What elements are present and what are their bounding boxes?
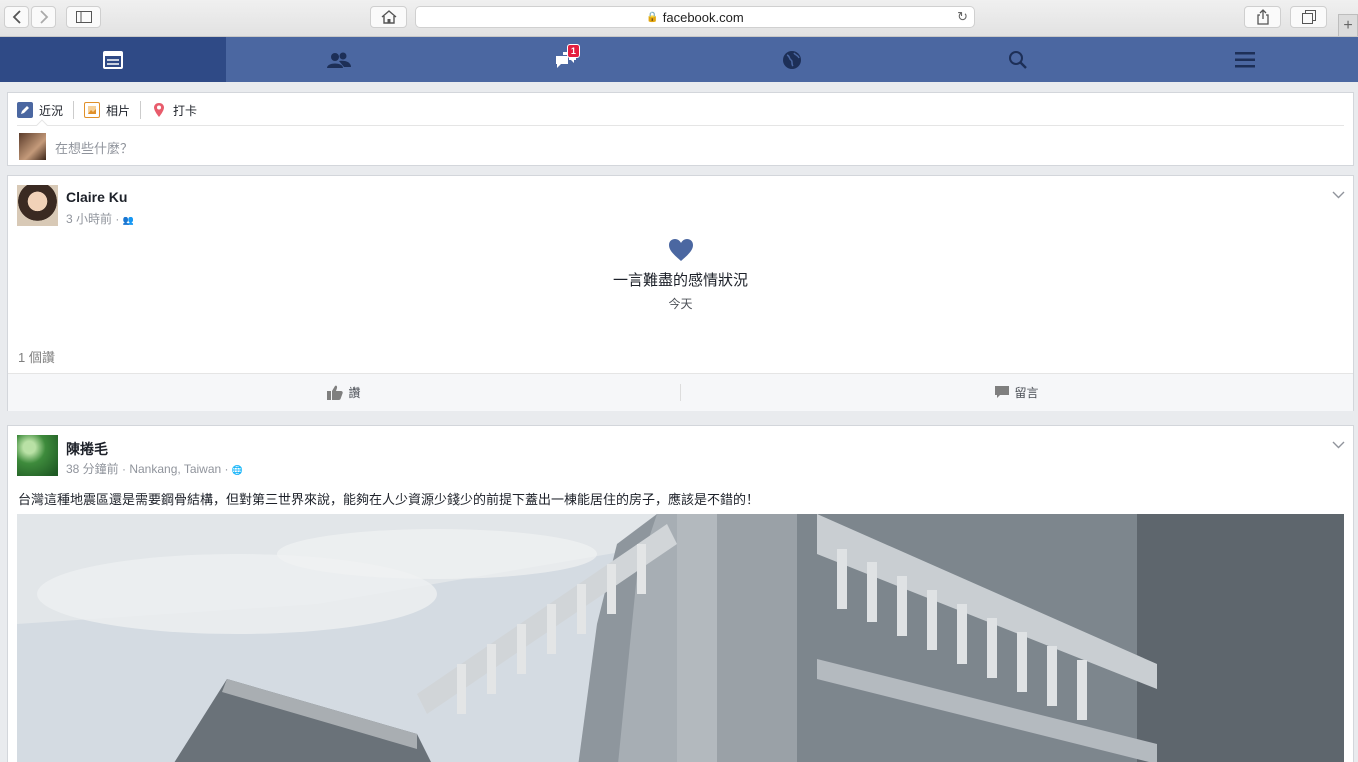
share-button[interactable] (1244, 6, 1281, 28)
heart-icon (668, 239, 693, 261)
post-photo[interactable] (17, 514, 1344, 762)
tabs-icon (1301, 10, 1316, 24)
post-time-location[interactable]: 38 分鐘前 · Nankang, Taiwan · (66, 462, 229, 476)
nav-menu[interactable] (1132, 37, 1358, 82)
post-time[interactable]: 3 小時前 · (66, 212, 119, 226)
tab-checkin-label: 打卡 (173, 103, 198, 118)
messages-badge: 1 (566, 44, 580, 58)
comment-label: 留言 (1014, 386, 1039, 400)
composer-divider (17, 125, 1344, 126)
new-tab-button[interactable]: + (1338, 14, 1358, 36)
life-event-date: 今天 (668, 297, 693, 311)
building-photo (17, 514, 1344, 762)
back-button[interactable] (4, 6, 29, 28)
post-meta: 3 小時前 · 👥 (66, 210, 134, 227)
globe-icon (783, 50, 802, 69)
avatar[interactable] (17, 435, 58, 476)
search-icon (1009, 50, 1028, 69)
thumbs-up-icon (327, 385, 344, 400)
chevron-down-icon[interactable] (1332, 438, 1345, 452)
menu-icon (1234, 51, 1255, 67)
nav-notifications[interactable] (679, 37, 905, 82)
friends-icon (327, 52, 352, 68)
url-text: facebook.com (662, 9, 744, 25)
pencil-icon (17, 102, 33, 118)
feed-post: Claire Ku 3 小時前 · 👥 一言難盡的感情狀況 今天 1 個讚 讚 … (7, 175, 1354, 411)
sidebar-icon (75, 11, 92, 23)
reload-icon[interactable]: ↻ (957, 9, 968, 25)
tab-photo[interactable]: 相片 (73, 101, 140, 119)
feed-post: 陳捲毛 38 分鐘前 · Nankang, Taiwan · 🌐 台灣這種地震區… (7, 425, 1354, 762)
nav-friends[interactable] (226, 37, 452, 82)
like-button[interactable]: 讚 (8, 384, 680, 401)
lock-icon: 🔒 (646, 11, 659, 23)
nav-news-feed[interactable] (0, 37, 227, 82)
post-author[interactable]: 陳捲毛 (66, 439, 108, 459)
photo-icon (84, 102, 101, 118)
share-icon (1256, 9, 1269, 25)
like-count[interactable]: 1 個讚 (18, 347, 55, 366)
tab-photo-label: 相片 (106, 103, 131, 118)
comment-button[interactable]: 留言 (680, 384, 1353, 401)
home-icon (381, 10, 396, 24)
chevron-right-icon (39, 10, 48, 24)
tabs-button[interactable] (1290, 6, 1327, 28)
browser-toolbar: 🔒 facebook.com ↻ + (0, 0, 1358, 37)
nav-search[interactable] (905, 37, 1131, 82)
nav-messages[interactable]: 1 (453, 37, 679, 82)
sidebar-button[interactable] (66, 6, 101, 28)
chevron-down-icon[interactable] (1332, 188, 1345, 202)
life-event: 一言難盡的感情狀況 今天 (8, 238, 1353, 312)
tab-status[interactable]: 近況 (17, 101, 73, 119)
like-label: 讚 (348, 386, 361, 400)
news-feed-icon (103, 50, 124, 69)
avatar[interactable] (17, 185, 58, 226)
comment-icon (995, 386, 1010, 398)
tab-checkin[interactable]: 打卡 (140, 101, 207, 119)
status-composer: 近況 相片 打卡 在想些什麼？ (7, 92, 1354, 166)
post-text: 台灣這種地震區還是需要鋼骨結構，但對第三世界來說，能夠在人少資源少錢少的前提下蓋… (18, 492, 760, 507)
fb-top-nav: 1 (0, 37, 1358, 82)
post-author[interactable]: Claire Ku (66, 189, 127, 205)
address-bar[interactable]: 🔒 facebook.com ↻ (415, 6, 975, 28)
location-pin-icon (151, 102, 167, 118)
status-input[interactable]: 在想些什麼？ (55, 138, 133, 157)
life-event-title: 一言難盡的感情狀況 (612, 272, 748, 289)
chevron-left-icon (12, 10, 21, 24)
globe-audience-icon: 🌐 (231, 465, 244, 475)
friends-audience-icon: 👥 (122, 215, 134, 225)
composer-tabs: 近況 相片 打卡 (17, 101, 207, 119)
home-button[interactable] (370, 6, 407, 28)
post-actions: 讚 留言 (8, 373, 1353, 411)
composer-tab-pointer (36, 119, 48, 131)
avatar (19, 133, 46, 160)
tab-status-label: 近況 (39, 103, 64, 118)
post-meta: 38 分鐘前 · Nankang, Taiwan · 🌐 (66, 460, 243, 477)
forward-button[interactable] (31, 6, 56, 28)
